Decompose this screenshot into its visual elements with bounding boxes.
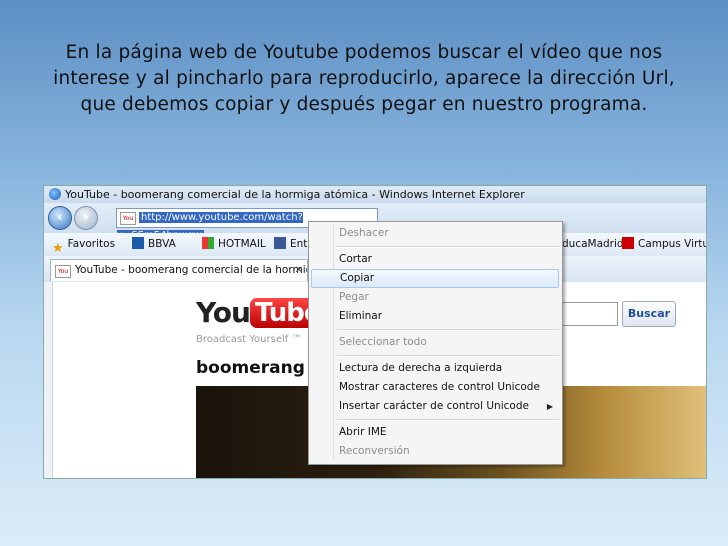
menu-item-mostrar-caracteres-unicode[interactable]: Mostrar caracteres de control Unicode (311, 378, 559, 397)
favorite-item-hotmail[interactable]: HOTMAIL (202, 233, 266, 256)
menu-item-pegar[interactable]: Pegar (311, 288, 559, 307)
slide-caption: En la página web de Youtube podemos busc… (53, 42, 675, 115)
favorite-label: BBVA (148, 238, 176, 250)
favorite-item-bbva[interactable]: BBVA (132, 233, 176, 256)
menu-item-deshacer[interactable]: Deshacer (311, 224, 559, 243)
menu-item-label: Insertar carácter de control Unicode (339, 400, 529, 412)
back-button[interactable]: ‹ (48, 206, 72, 230)
triangle-right-icon: ▶ (546, 402, 553, 411)
campus-icon (622, 237, 634, 249)
youtube-tagline: Broadcast Yourself ™ (196, 334, 302, 345)
favorite-item-educamadrid[interactable]: ducaMadrid (562, 233, 624, 256)
ie-logo-icon (49, 188, 61, 200)
menu-item-lectura-derecha-izquierda[interactable]: Lectura de derecha a izquierda (311, 359, 559, 378)
menu-separator (337, 355, 559, 357)
search-input[interactable] (562, 302, 618, 326)
youtube-favicon-icon: You (55, 265, 71, 278)
menu-separator (337, 246, 559, 248)
favorites-label: Favoritos (67, 238, 116, 250)
menu-separator (337, 419, 559, 421)
favorites-button[interactable]: ★ Favoritos (52, 233, 115, 256)
menu-item-abrir-ime[interactable]: Abrir IME (311, 423, 559, 442)
tab-youtube[interactable]: You YouTube - boomerang comercial de la h… (50, 259, 308, 281)
menu-separator (337, 329, 559, 331)
context-menu: Deshacer Cortar Copiar Pegar Eliminar Se… (308, 221, 563, 465)
favorite-label: ducaMadrid (562, 238, 624, 250)
menu-item-insertar-caracter-unicode[interactable]: Insertar carácter de control Unicode ▶ (311, 397, 559, 416)
back-arrow-icon: ‹ (57, 210, 63, 225)
favorite-item-entr[interactable]: Entr (274, 233, 312, 256)
window-titlebar: YouTube - boomerang comercial de la horm… (44, 186, 706, 203)
favorite-item-campus[interactable]: Campus Virtua (622, 233, 706, 256)
favorite-label: Campus Virtua (638, 238, 706, 250)
windows-flag-icon (202, 237, 214, 249)
forward-arrow-icon: › (83, 210, 89, 225)
youtube-logo[interactable]: You Tube (196, 296, 326, 329)
search-button[interactable]: Buscar (622, 301, 676, 327)
menu-item-reconversion[interactable]: Reconversión (311, 442, 559, 461)
bbva-icon (132, 237, 144, 249)
menu-item-copiar[interactable]: Copiar (311, 269, 559, 288)
page-left-gutter (44, 282, 53, 478)
menu-item-eliminar[interactable]: Eliminar (311, 307, 559, 326)
menu-item-cortar[interactable]: Cortar (311, 250, 559, 269)
close-tab-icon[interactable]: ✕ (295, 260, 303, 281)
star-icon: ★ (52, 241, 64, 256)
menu-item-seleccionar-todo[interactable]: Seleccionar todo (311, 333, 559, 352)
facebook-icon (274, 237, 286, 249)
youtube-favicon-icon: You (120, 212, 136, 225)
logo-you: You (196, 296, 251, 329)
tab-title: YouTube - boomerang comercial de la horm… (75, 264, 308, 276)
favorite-label: HOTMAIL (218, 238, 266, 250)
window-title: YouTube - boomerang comercial de la horm… (65, 188, 525, 201)
forward-button[interactable]: › (74, 206, 98, 230)
